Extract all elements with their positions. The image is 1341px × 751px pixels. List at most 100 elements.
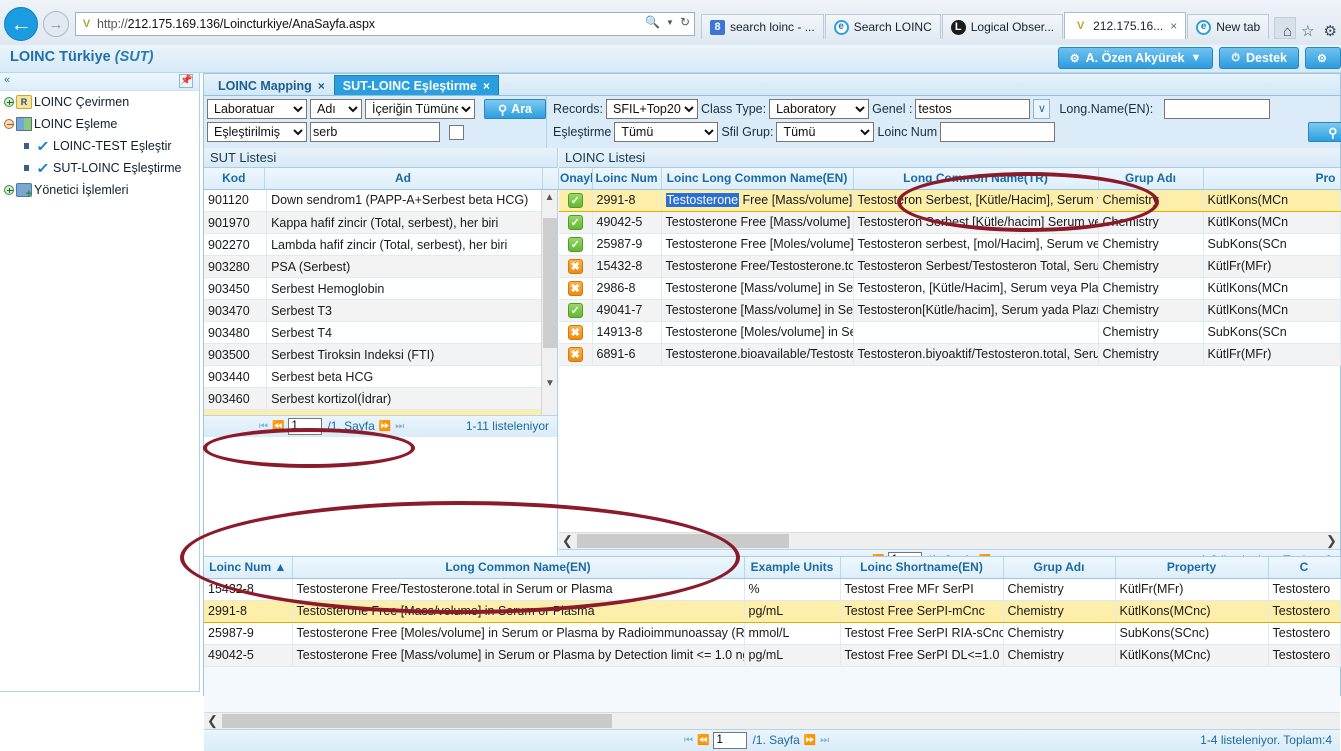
browser-tab-4[interactable]: e New tab [1187,14,1270,39]
genel-input[interactable] [915,99,1031,119]
sfil-grup-select[interactable]: Tümü [776,122,875,142]
table-row[interactable]: ✓ 25987-9 Testosterone Free [Moles/volum… [559,233,1341,256]
scrollbar-thumb[interactable] [222,713,612,728]
table-row[interactable]: 903470 Serbest T3 [204,299,557,322]
loinc-col-name-tr[interactable]: Long Common Name(TR) [853,168,1099,190]
home-icon[interactable]: ⌂ [1283,23,1292,40]
table-row[interactable]: 903500 Serbest Tiroksin Indeksi (FTI) [204,343,557,366]
sut-field-select[interactable]: Adı [310,99,362,119]
sut-filter-checkbox[interactable] [449,124,464,140]
scroll-down-icon[interactable]: ▼ [542,375,557,392]
search-icon[interactable]: 🔍 [645,15,660,29]
table-row[interactable]: ✓ 49041-7 Testosterone [Mass/volume] in … [559,299,1341,322]
loinc-col-grup[interactable]: Grup Adı [1098,168,1204,190]
tab-loinc-mapping[interactable]: LOINC Mapping × [209,75,334,95]
sidebar-item-loinc-esleme[interactable]: LOINC Eşleme [0,113,199,135]
table-row[interactable]: ✖ 14913-8 Testosterone [Moles/volume] in… [559,321,1341,344]
table-row[interactable]: 25987-9 Testosterone Free [Moles/volume]… [204,622,1341,645]
scroll-right-icon[interactable]: ❯ [1323,533,1340,549]
sut-col-ad[interactable]: Ad [264,168,543,190]
table-row-selected[interactable]: 2991-8 Testosterone Free [Mass/volume] i… [204,599,1341,623]
expand-plus-icon[interactable] [4,185,14,195]
first-page-icon[interactable]: ⏮ [684,735,693,746]
detail-col-num[interactable]: Loinc Num ▲ [204,557,293,579]
next-page-icon[interactable]: ⏩ [379,421,391,432]
sut-vertical-scrollbar[interactable]: ▲ ▼ [541,189,557,416]
sut-page-input[interactable] [288,417,323,435]
detail-page-input[interactable] [713,731,748,749]
loinc-col-property[interactable]: Pro [1203,168,1341,190]
scroll-left-icon[interactable]: ❮ [559,533,576,549]
browser-tab-2[interactable]: L Logical Obser... [941,14,1064,39]
table-row[interactable]: ✖ 6891-6 Testosterone.bioavailable/Testo… [559,343,1341,366]
overflow-button[interactable]: ⚙ [1305,47,1341,69]
table-row[interactable]: 15432-8 Testosterone Free/Testosterone.t… [204,578,1341,601]
expand-plus-icon[interactable] [4,97,14,107]
detail-col-c[interactable]: C [1268,557,1341,579]
sidebar-item-sut-loinc-eslestirme[interactable]: ✓ SUT-LOINC Eşleştirme [0,157,199,179]
refresh-icon[interactable]: ↻ [680,15,690,29]
table-row[interactable]: ✖ 2986-8 Testosterone [Mass/volume] in S… [559,277,1341,300]
scroll-up-icon[interactable]: ▲ [542,189,557,206]
support-button[interactable]: ⏱ Destek [1219,47,1299,69]
gear-icon[interactable]: ⚙ [1324,22,1337,40]
eslestirme-select[interactable]: Tümü [614,122,719,142]
close-icon[interactable]: × [318,79,325,93]
chevron-down-icon[interactable]: ▼ [666,18,674,27]
table-row[interactable]: 903440 Serbest beta HCG [204,365,557,388]
scrollbar-thumb[interactable] [543,217,557,348]
close-icon[interactable]: × [1170,19,1177,33]
table-row[interactable]: 901120 Down sendrom1 (PAPP-A+Serbest bet… [204,189,557,212]
next-page-icon[interactable]: ⏩ [804,735,816,746]
class-type-select[interactable]: Laboratory [769,99,870,119]
prev-page-icon[interactable]: ⏪ [272,421,284,432]
table-row[interactable]: 902270 Lambda hafif zincir (Total, serbe… [204,233,557,256]
sut-match-select[interactable]: İçeriğin Tümüne [365,99,475,119]
sidebar-item-loinc-test-eslestir[interactable]: ✓ LOINC-TEST Eşleştir [0,135,199,157]
table-row-selected[interactable]: ✓ 2991-8 Testosterone Free [Mass/volume]… [559,188,1341,212]
loinc-horizontal-scrollbar[interactable]: ❮ ❯ [559,531,1340,549]
last-page-icon[interactable]: ⏭ [395,421,404,432]
detail-col-shortname[interactable]: Loinc Shortname(EN) [840,557,1004,579]
back-arrow-icon[interactable]: ← [4,7,38,41]
records-select[interactable]: SFIL+Top200 [606,99,699,119]
detail-col-property[interactable]: Property [1115,557,1269,579]
table-row[interactable]: 901970 Kappa hafif zincir (Total, serbes… [204,211,557,234]
browser-tab-1[interactable]: e Search LOINC [824,14,941,39]
sut-search-button[interactable]: ⚲ Ara [484,99,546,119]
loinc-col-name-en[interactable]: Loinc Long Common Name(EN) [661,168,854,190]
sut-col-kod[interactable]: Kod [204,168,265,190]
longname-input[interactable] [1164,99,1271,119]
detail-horizontal-scrollbar[interactable]: ❮ [204,711,1340,729]
last-page-icon[interactable]: ⏭ [820,735,829,746]
double-chevron-down-icon[interactable]: ∨ [1033,99,1051,119]
scrollbar-thumb[interactable] [577,533,789,548]
detail-col-units[interactable]: Example Units [744,557,841,579]
sidebar-item-yonetici-islemleri[interactable]: Yönetici İşlemleri [0,179,199,201]
detail-col-grup[interactable]: Grup Adı [1003,557,1116,579]
first-page-icon[interactable]: ⏮ [259,421,268,432]
table-row[interactable]: 49042-5 Testosterone Free [Mass/volume] … [204,644,1341,667]
scroll-left-icon[interactable]: ❮ [204,713,221,729]
prev-page-icon[interactable]: ⏪ [697,735,709,746]
table-row[interactable]: ✖ 15432-8 Testosterone Free/Testosterone… [559,255,1341,278]
table-row[interactable]: 903480 Serbest T4 [204,321,557,344]
star-icon[interactable]: ☆ [1301,22,1314,40]
tab-sut-loinc-eslestirme[interactable]: SUT-LOINC Eşleştirme × [333,75,499,95]
address-bar[interactable]: V http://212.175.169.136/Loincturkiye/An… [75,12,695,36]
user-menu-button[interactable]: ⚙ A. Özen Akyürek ▼ [1057,47,1214,69]
table-row[interactable]: 903460 Serbest kortizol(İdrar) [204,387,557,410]
sut-source-select[interactable]: Laboratuar [207,99,307,119]
sut-state-select[interactable]: Eşleştirilmiş [207,122,307,142]
collapse-minus-icon[interactable] [4,119,14,129]
close-icon[interactable]: × [483,79,490,93]
pin-icon[interactable]: 📌 [179,74,193,88]
table-row[interactable]: 903450 Serbest Hemoglobin [204,277,557,300]
loinc-num-input[interactable] [940,122,1056,142]
loinc-col-num[interactable]: Loinc Num [592,168,662,190]
browser-tab-3[interactable]: V 212.175.16... × [1064,12,1187,39]
sut-search-input[interactable] [310,122,440,142]
loinc-col-onayli[interactable]: Onaylı [559,168,593,190]
table-row[interactable]: ✓ 49042-5 Testosterone Free [Mass/volume… [559,211,1341,234]
table-row[interactable]: 903280 PSA (Serbest) [204,255,557,278]
